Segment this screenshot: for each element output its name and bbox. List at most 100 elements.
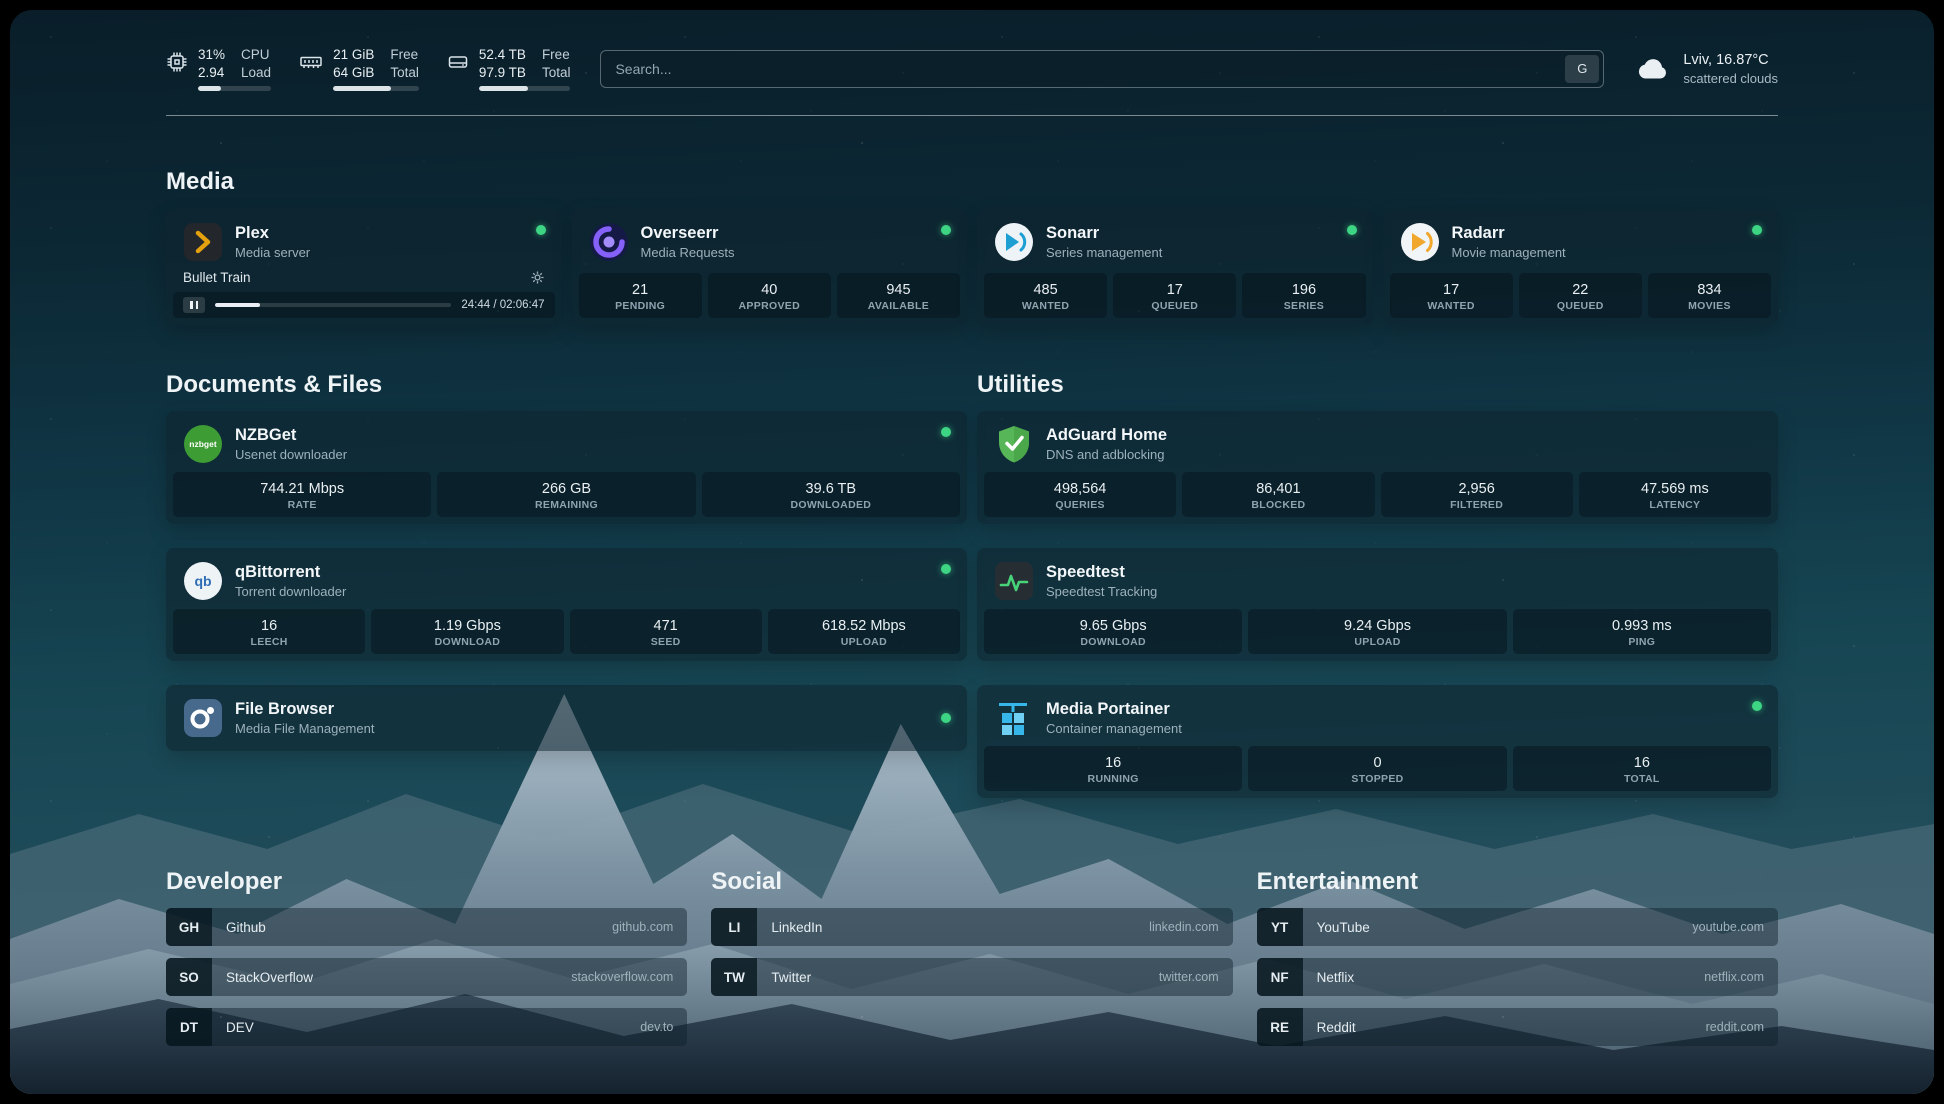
search-input[interactable] <box>600 50 1604 88</box>
service-card-plex[interactable]: Plex Media server Bullet Train <box>166 209 562 325</box>
service-card-overseerr[interactable]: Overseerr Media Requests 21PENDING 40APP… <box>572 209 968 325</box>
stat-queued: 17QUEUED <box>1113 273 1236 318</box>
service-name: Plex <box>235 223 310 244</box>
bookmark-domain: github.com <box>612 908 687 946</box>
pause-button[interactable] <box>183 297 205 313</box>
bookmark-youtube[interactable]: YT YouTube youtube.com <box>1257 908 1778 946</box>
stat-wanted: 17WANTED <box>1390 273 1513 318</box>
section-title-developer: Developer <box>166 868 687 896</box>
bookmark-linkedin[interactable]: LI LinkedIn linkedin.com <box>711 908 1232 946</box>
disk-icon <box>447 51 469 91</box>
service-card-adguard[interactable]: AdGuard Home DNS and adblocking 498,564Q… <box>977 411 1778 524</box>
bookmark-group-entertainment: Entertainment YT YouTube youtube.com NF … <box>1257 868 1778 1046</box>
bookmark-name: Github <box>212 908 612 946</box>
service-card-filebrowser[interactable]: File Browser Media File Management <box>166 685 967 751</box>
stat-rate: 744.21 MbpsRATE <box>173 472 431 517</box>
stat-download: 9.65 GbpsDOWNLOAD <box>984 609 1242 654</box>
memory-widget: 21 GiB Free 64 GiB Total <box>299 46 419 91</box>
utilities-column: Utilities <box>977 325 1778 798</box>
bookmark-abbr: NF <box>1257 958 1303 996</box>
service-description: Movie management <box>1452 244 1566 261</box>
service-description: Speedtest Tracking <box>1046 583 1157 600</box>
service-card-speedtest[interactable]: Speedtest Speedtest Tracking 9.65 GbpsDO… <box>977 548 1778 661</box>
stat-stopped: 0STOPPED <box>1248 746 1506 791</box>
weather-condition: scattered clouds <box>1683 70 1778 87</box>
bookmark-name: Twitter <box>757 958 1159 996</box>
bookmark-github[interactable]: GH Github github.com <box>166 908 687 946</box>
status-online-dot <box>941 225 951 235</box>
bookmark-stackoverflow[interactable]: SO StackOverflow stackoverflow.com <box>166 958 687 996</box>
stat-download: 1.19 GbpsDOWNLOAD <box>371 609 563 654</box>
bookmark-group-social: Social LI LinkedIn linkedin.com TW Twitt… <box>711 868 1232 1046</box>
adguard-icon <box>994 424 1034 464</box>
section-title-utilities: Utilities <box>977 371 1778 399</box>
plex-icon <box>183 222 223 262</box>
ram-total-label: Total <box>390 64 419 82</box>
service-card-qbittorrent[interactable]: qb qBittorrent Torrent downloader 16LEEC… <box>166 548 967 661</box>
status-online-dot <box>941 427 951 437</box>
service-description: Torrent downloader <box>235 583 346 600</box>
search-provider-button[interactable]: G <box>1565 55 1599 83</box>
service-description: Usenet downloader <box>235 446 347 463</box>
service-card-sonarr[interactable]: Sonarr Series management 485WANTED 17QUE… <box>977 209 1373 325</box>
stat-wanted: 485WANTED <box>984 273 1107 318</box>
bookmark-twitter[interactable]: TW Twitter twitter.com <box>711 958 1232 996</box>
section-title-social: Social <box>711 868 1232 896</box>
service-name: File Browser <box>235 699 374 720</box>
bookmark-reddit[interactable]: RE Reddit reddit.com <box>1257 1008 1778 1046</box>
bookmark-netflix[interactable]: NF Netflix netflix.com <box>1257 958 1778 996</box>
disk-total-label: Total <box>542 64 571 82</box>
stat-leech: 16LEECH <box>173 609 365 654</box>
gear-icon[interactable] <box>530 270 545 285</box>
stat-downloaded: 39.6 TBDOWNLOADED <box>702 472 960 517</box>
service-card-portainer[interactable]: Media Portainer Container management 16R… <box>977 685 1778 798</box>
bookmark-domain: dev.to <box>640 1008 687 1046</box>
bookmark-name: Reddit <box>1303 1008 1706 1046</box>
playback-progress-bar[interactable] <box>215 303 451 307</box>
bookmark-abbr: LI <box>711 908 757 946</box>
disk-total-value: 97.9 TB <box>479 64 526 82</box>
bookmark-abbr: GH <box>166 908 212 946</box>
bookmark-abbr: RE <box>1257 1008 1303 1046</box>
bookmark-dev[interactable]: DT DEV dev.to <box>166 1008 687 1046</box>
playback-time: 24:44 / 02:06:47 <box>461 299 544 311</box>
portainer-icon <box>994 698 1034 738</box>
header-divider <box>166 115 1778 116</box>
svg-text:nzbget: nzbget <box>189 439 217 449</box>
section-title-entertainment: Entertainment <box>1257 868 1778 896</box>
bookmark-domain: reddit.com <box>1706 1008 1778 1046</box>
ram-free-value: 21 GiB <box>333 46 374 64</box>
bookmark-name: Netflix <box>1303 958 1705 996</box>
disk-progress-bar <box>479 86 571 91</box>
ram-free-label: Free <box>390 46 419 64</box>
bookmark-name: YouTube <box>1303 908 1693 946</box>
dashboard-page: 31% CPU 2.94 Load 21 <box>10 10 1934 1094</box>
cpu-value: 31% <box>198 46 225 64</box>
section-title-documents: Documents & Files <box>166 371 967 399</box>
status-online-dot <box>941 564 951 574</box>
weather-location: Lviv, 16.87°C <box>1683 51 1778 70</box>
bookmark-domain: netflix.com <box>1704 958 1778 996</box>
service-description: Media File Management <box>235 720 374 737</box>
status-online-dot <box>1752 701 1762 711</box>
bookmark-abbr: SO <box>166 958 212 996</box>
weather-widget: Lviv, 16.87°C scattered clouds <box>1634 51 1778 87</box>
stat-upload: 9.24 GbpsUPLOAD <box>1248 609 1506 654</box>
bookmark-name: StackOverflow <box>212 958 571 996</box>
bookmark-abbr: YT <box>1257 908 1303 946</box>
stat-available: 945AVAILABLE <box>837 273 960 318</box>
stat-approved: 40APPROVED <box>708 273 831 318</box>
stat-seed: 471SEED <box>570 609 762 654</box>
service-name: Sonarr <box>1046 223 1162 244</box>
service-name: Speedtest <box>1046 562 1157 583</box>
cpu-label: CPU <box>241 46 271 64</box>
search-bar: G <box>600 50 1604 88</box>
documents-column: Documents & Files nzbget NZBGet Usenet d… <box>166 325 967 798</box>
service-card-nzbget[interactable]: nzbget NZBGet Usenet downloader 744.21 M… <box>166 411 967 524</box>
cpu-load-value: 2.94 <box>198 64 225 82</box>
stat-queries: 498,564QUERIES <box>984 472 1176 517</box>
top-bar: 31% CPU 2.94 Load 21 <box>166 46 1778 91</box>
service-name: NZBGet <box>235 425 347 446</box>
service-card-radarr[interactable]: Radarr Movie management 17WANTED 22QUEUE… <box>1383 209 1779 325</box>
service-name: Overseerr <box>641 223 735 244</box>
